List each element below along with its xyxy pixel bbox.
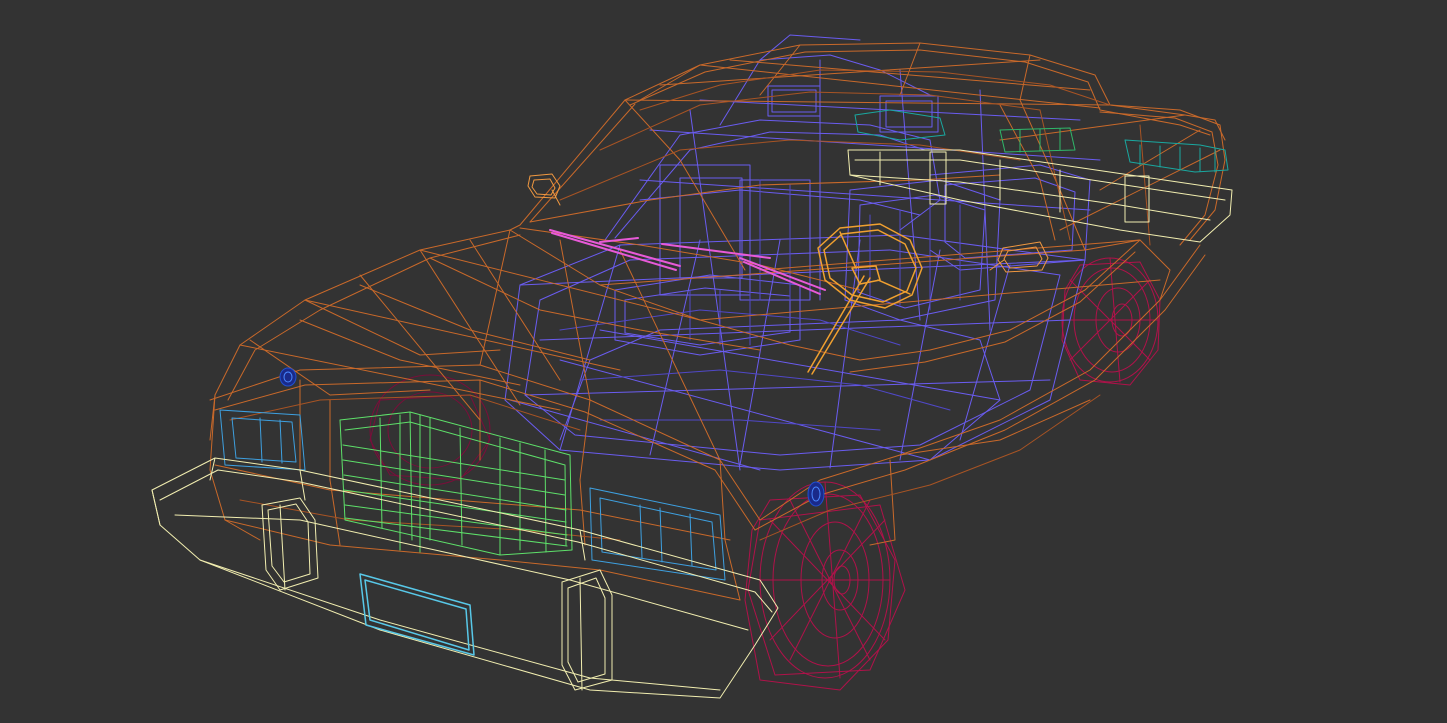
3d-viewport[interactable] (0, 0, 1447, 723)
license-plate (359, 573, 475, 656)
body-shell (209, 42, 1226, 601)
side-marker-front (279, 367, 297, 387)
rear-wheel (1061, 257, 1161, 386)
side-marker-rear (807, 481, 825, 507)
steering-wheel (807, 223, 923, 375)
right-headlight (589, 487, 726, 581)
right-mirror (989, 241, 1049, 273)
rear-bumper (847, 149, 1233, 243)
wireframe-car-model[interactable] (0, 0, 1447, 723)
left-mirror (527, 173, 561, 206)
rear-trim (854, 109, 1229, 173)
front-wheel (744, 481, 906, 691)
interior-cabin (504, 34, 1101, 471)
